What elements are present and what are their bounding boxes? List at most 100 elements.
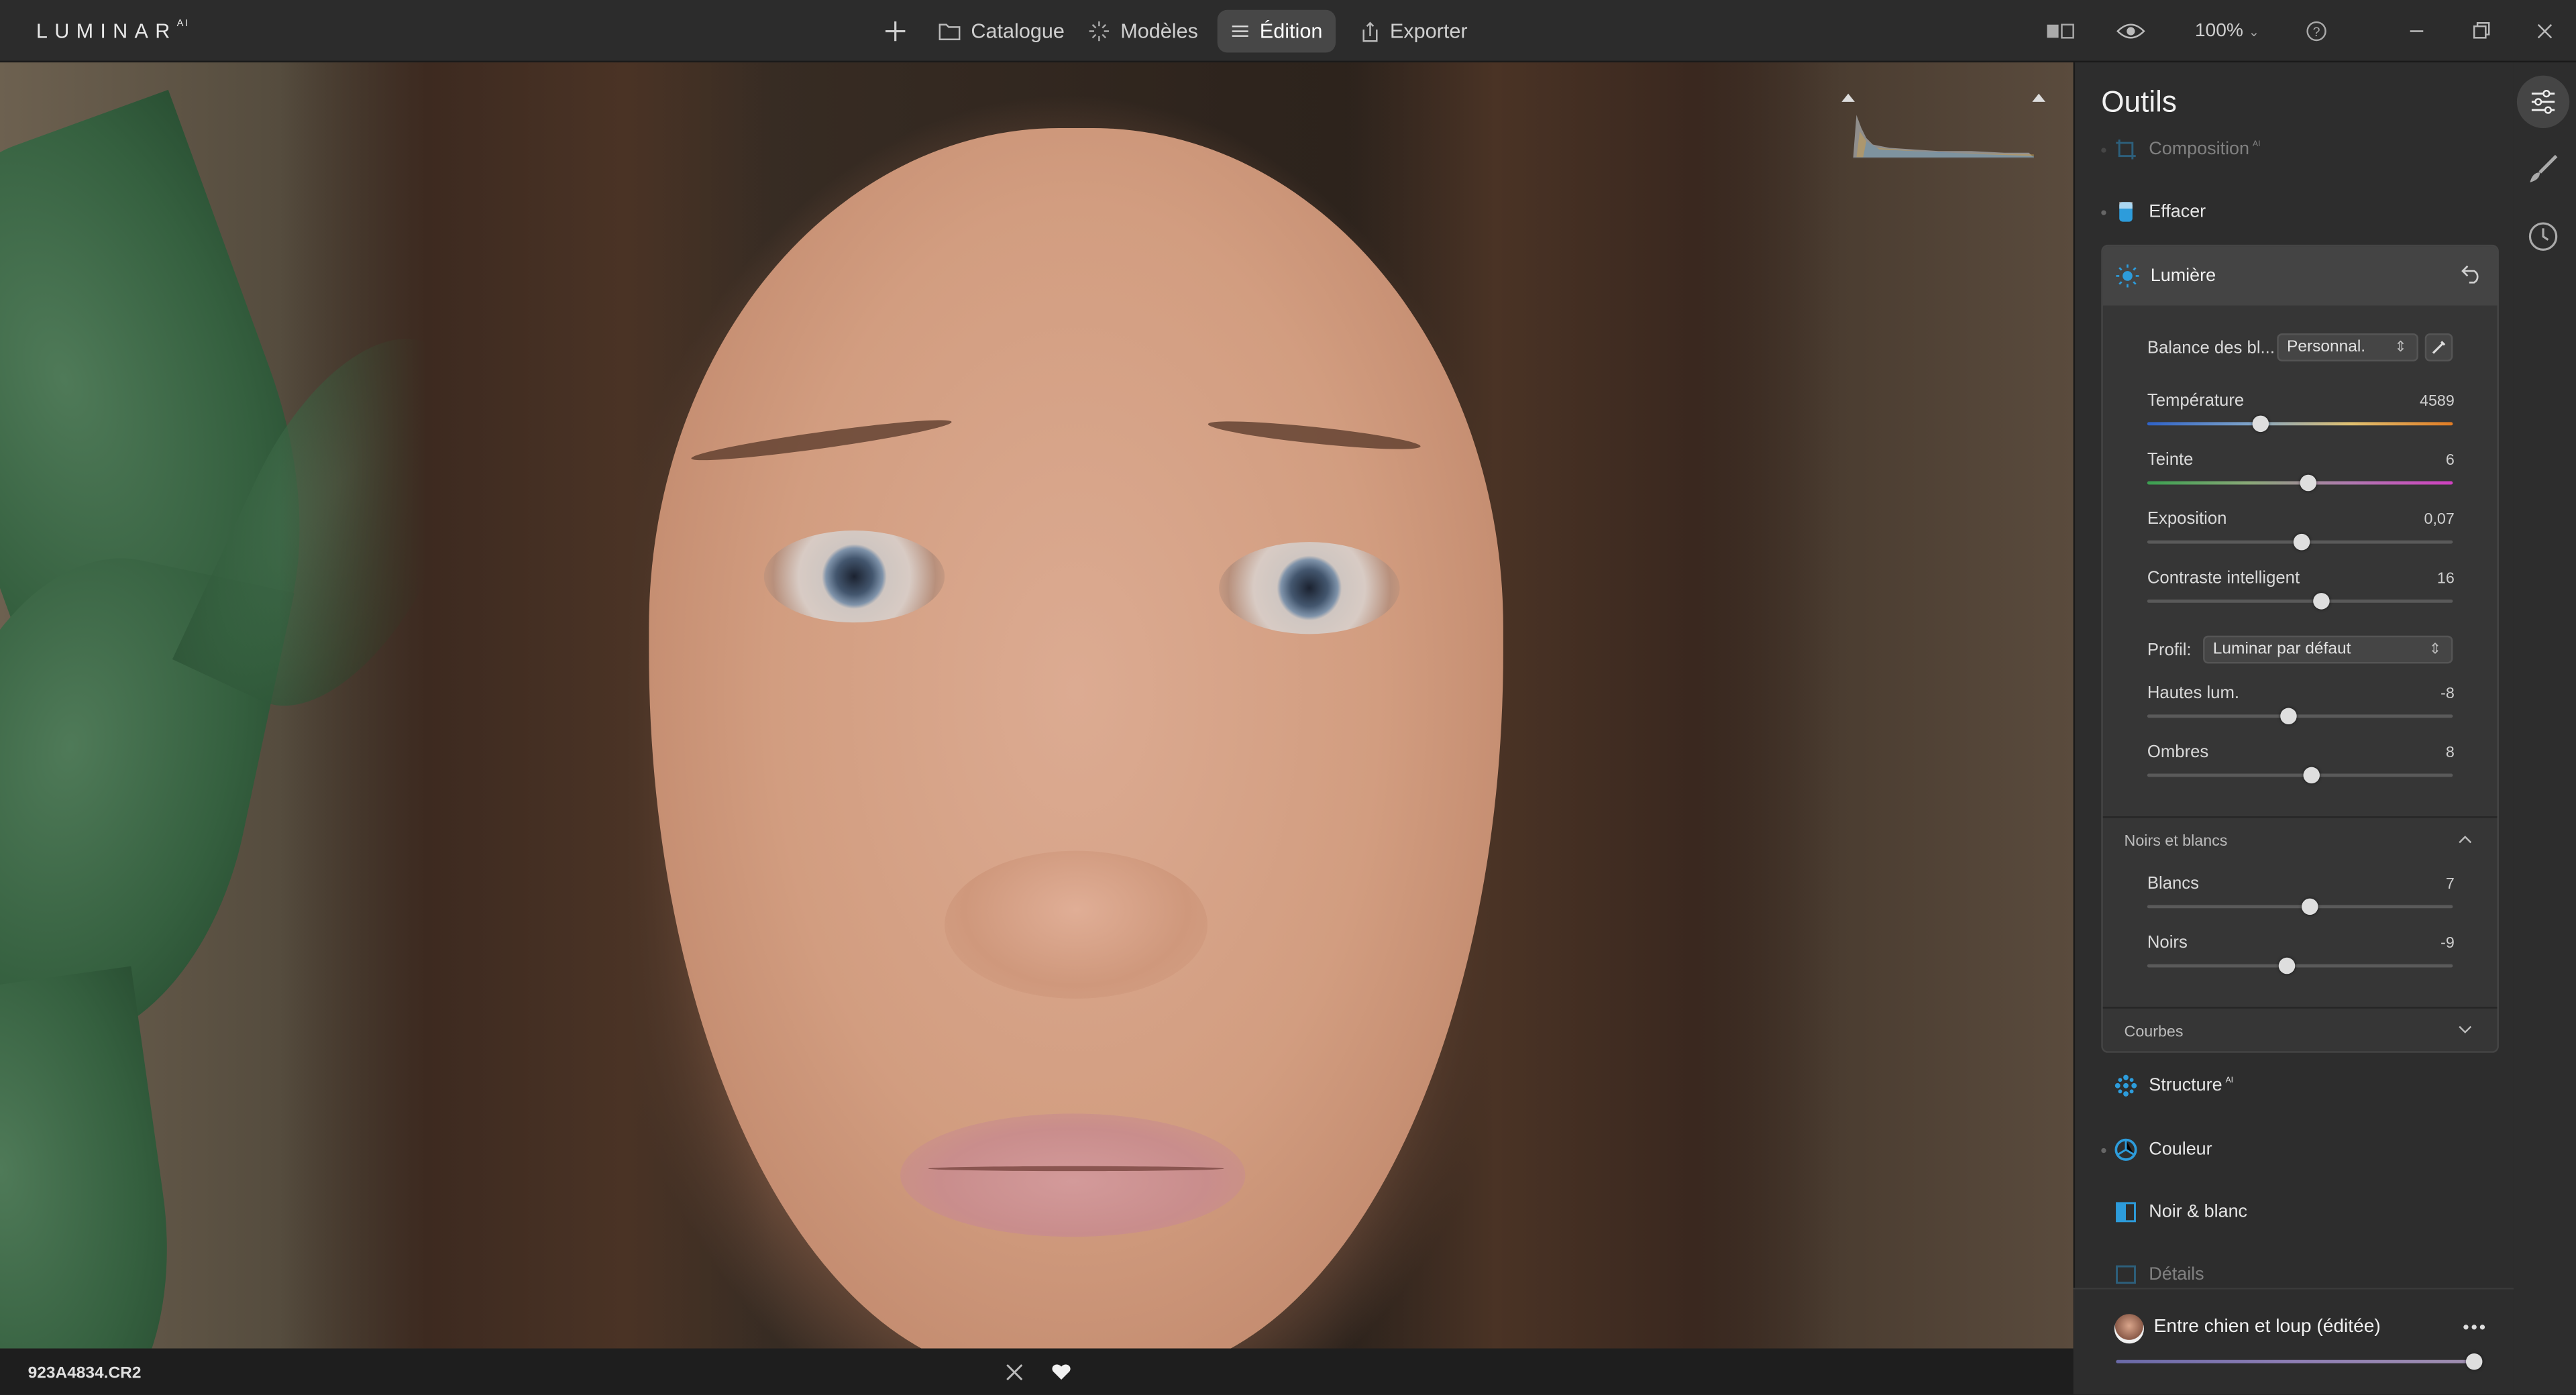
eye-icon[interactable] [2116, 19, 2145, 42]
help-icon[interactable]: ? [2305, 19, 2328, 42]
updown-icon: ⇕ [2394, 338, 2407, 355]
exposition-slider[interactable] [2147, 533, 2453, 551]
slider-knob[interactable] [2277, 957, 2295, 974]
slider-label-exposition: Exposition [2147, 509, 2227, 529]
tab-exporter[interactable]: Exporter [1347, 10, 1481, 53]
luminar-window: LUMINARAI Catalogue Modèles Édition Expo… [0, 0, 2576, 1395]
courbes-header[interactable]: Courbes [2103, 1009, 2498, 1052]
slider-knob[interactable] [2301, 898, 2318, 915]
plant-leaf [0, 966, 195, 1349]
tab-modeles[interactable]: Modèles [1075, 10, 1212, 53]
undo-icon[interactable] [2461, 264, 2483, 284]
eraser-icon [2119, 202, 2133, 222]
temperature-slider[interactable] [2147, 415, 2453, 433]
balance-dropdown[interactable]: Personnal. ⇕ [2277, 333, 2418, 361]
restore-icon[interactable] [2471, 21, 2490, 41]
clip-shadows-icon[interactable] [1841, 93, 1855, 102]
slider-value-ombres: 8 [2445, 744, 2455, 763]
balance-label: Balance des bl... [2147, 338, 2275, 358]
status-bar: 923A4834.CR2 [0, 1348, 2074, 1395]
close-icon[interactable] [2535, 21, 2555, 41]
noirs-slider[interactable] [2147, 957, 2453, 974]
slider-value-blancs: 7 [2445, 875, 2455, 894]
tab-exporter-label: Exporter [1389, 19, 1468, 43]
panel-title: Outils [2101, 85, 2177, 119]
sliders-icon [1232, 25, 1248, 37]
reject-icon[interactable] [1006, 1363, 1024, 1382]
chevron-down-icon [2459, 1025, 2472, 1034]
slider-knob[interactable] [2302, 767, 2319, 784]
slider-value-contraste: 16 [2436, 569, 2455, 588]
slider-knob[interactable] [2293, 533, 2310, 551]
lips [900, 1113, 1246, 1237]
slider-knob[interactable] [2465, 1353, 2483, 1370]
slider-value-teinte: 6 [2445, 451, 2455, 470]
hautes-lum-slider[interactable] [2147, 708, 2453, 725]
teinte-slider[interactable] [2147, 474, 2453, 492]
structure-icon [2114, 1074, 2137, 1097]
slider-label-ombres: Ombres [2147, 742, 2209, 763]
tab-modeles-label: Modèles [1120, 19, 1198, 43]
blancs-slider[interactable] [2147, 898, 2453, 915]
slider-value-temperature: 4589 [2420, 392, 2455, 411]
heart-icon[interactable] [1051, 1363, 1071, 1382]
slider-knob[interactable] [2252, 415, 2269, 433]
sliders-icon [2531, 89, 2555, 114]
histogram [1841, 93, 2046, 158]
zoom-dropdown[interactable]: 100% ⌄ [2195, 21, 2259, 41]
slider-label-temperature: Température [2147, 390, 2245, 411]
slider-label-contraste: Contraste intelligent [2147, 568, 2300, 588]
share-icon [1362, 21, 1378, 42]
clip-highlights-icon[interactable] [2032, 93, 2046, 102]
slider-label-blancs: Blancs [2147, 873, 2200, 894]
tools-panel: Outils Composition AI Effacer Lumière Bal… [2073, 62, 2514, 1395]
nose [945, 850, 1208, 999]
bw-icon [2116, 1202, 2136, 1223]
lumiere-section: Lumière Balance des bl... Personnal. ⇕ Te… [2101, 244, 2499, 1053]
more-icon[interactable] [2463, 1324, 2485, 1331]
slider-label-teinte: Teinte [2147, 450, 2194, 470]
tab-edition[interactable]: Édition [1217, 9, 1336, 53]
slider-value-exposition: 0,07 [2424, 510, 2455, 529]
color-wheel-icon [2114, 1138, 2137, 1161]
preset-amount-slider[interactable] [2116, 1353, 2483, 1370]
lumiere-title: Lumière [2150, 266, 2216, 286]
history-icon[interactable] [2527, 220, 2560, 253]
minimize-icon[interactable] [2407, 21, 2426, 41]
updown-icon: ⇕ [2428, 640, 2442, 657]
tab-catalogue[interactable]: Catalogue [925, 10, 1078, 53]
contraste-slider[interactable] [2147, 593, 2453, 610]
brush-icon[interactable] [2527, 153, 2560, 186]
profil-dropdown[interactable]: Luminar par défaut ⇕ [2203, 635, 2453, 664]
svg-text:?: ? [2313, 25, 2320, 40]
slider-label-noirs: Noirs [2147, 933, 2188, 953]
lumiere-header[interactable]: Lumière [2102, 246, 2498, 306]
filename: 923A4834.CR2 [28, 1365, 142, 1384]
sun-icon [2116, 264, 2139, 288]
eyedropper-icon [2432, 341, 2446, 354]
slider-value-hautes-lum: -8 [2440, 685, 2455, 704]
preset-name: Entre chien et loup (éditée) [2153, 1317, 2381, 1337]
compare-icon[interactable] [2045, 19, 2075, 42]
add-photos-button[interactable] [871, 10, 930, 53]
top-bar: LUMINARAI Catalogue Modèles Édition Expo… [0, 0, 2576, 63]
slider-knob[interactable] [2299, 474, 2316, 492]
eye-left [763, 531, 945, 623]
eyedropper-button[interactable] [2424, 333, 2453, 361]
tools-tab-button[interactable] [2516, 75, 2570, 129]
ombres-slider[interactable] [2147, 767, 2453, 784]
crop-icon [2116, 140, 2136, 160]
slider-knob[interactable] [2313, 593, 2330, 610]
courbes-label: Courbes [2124, 1023, 2184, 1042]
noirs-blancs-header[interactable]: Noirs et blancs [2103, 818, 2498, 861]
photo-canvas[interactable] [0, 62, 2074, 1349]
chevron-down-icon: ⌄ [2248, 24, 2260, 40]
preset-thumbnail [2114, 1314, 2144, 1344]
slider-knob[interactable] [2279, 708, 2296, 725]
plus-icon [885, 21, 906, 42]
slider-label-hautes-lum: Hautes lum. [2147, 683, 2240, 704]
preset-bar: Entre chien et loup (éditée) [2073, 1288, 2514, 1395]
chevron-up-icon [2459, 836, 2472, 844]
tab-edition-label: Édition [1259, 19, 1323, 43]
slider-value-noirs: -9 [2440, 934, 2455, 953]
